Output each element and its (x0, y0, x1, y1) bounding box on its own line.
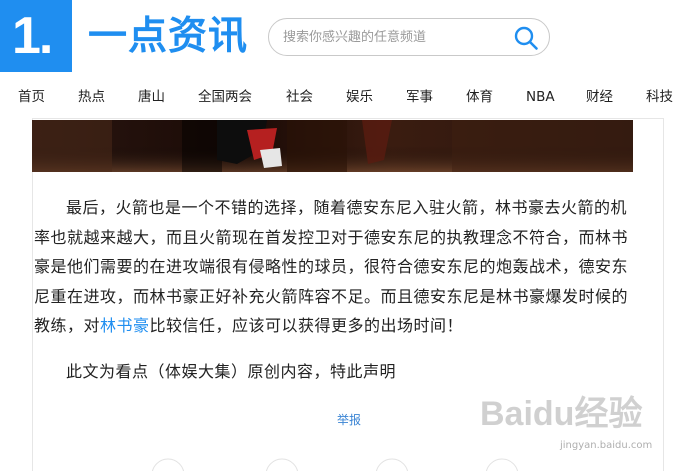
paragraph-text: 最后，火箭也是一个不错的选择，随着德安东尼入驻火箭，林书豪去火箭的机率也就越来越… (34, 198, 629, 335)
logo[interactable]: 1. (0, 0, 72, 72)
logo-number: 1. (12, 7, 53, 65)
site-header: 1. 一点资讯 首页 热点 唐山 全国两会 社会 娱乐 军事 体育 NBA 财经… (0, 0, 674, 122)
nav-item-military[interactable]: 军事 (406, 88, 433, 106)
search-icon[interactable] (513, 25, 539, 51)
article-paragraph: 最后，火箭也是一个不错的选择，随着德安东尼入驻火箭，林书豪去火箭的机率也就越来越… (34, 193, 634, 341)
search-input[interactable] (283, 19, 503, 55)
nav-item-home[interactable]: 首页 (18, 88, 45, 106)
nav-item-tangshan[interactable]: 唐山 (138, 88, 165, 106)
nav-item-society[interactable]: 社会 (286, 88, 313, 106)
copyright-statement: 此文为看点（体娱大集）原创内容，特此声明 (66, 362, 397, 381)
channel-nav: 首页 热点 唐山 全国两会 社会 娱乐 军事 体育 NBA 财经 科技 (0, 80, 674, 114)
search-box (268, 18, 550, 56)
nav-item-two-sessions[interactable]: 全国两会 (198, 88, 252, 106)
report-link[interactable]: 举报 (337, 411, 361, 428)
article-photo (32, 120, 633, 172)
nav-item-entertainment[interactable]: 娱乐 (346, 88, 373, 106)
paragraph-text-tail: 比较信任，应该可以获得更多的出场时间！ (149, 316, 464, 335)
nav-item-nba[interactable]: NBA (526, 88, 555, 106)
nav-item-tech[interactable]: 科技 (646, 88, 673, 106)
share-buttons-row (151, 458, 519, 471)
watermark-url: jingyan.baidu.com (560, 440, 653, 451)
nav-item-sports[interactable]: 体育 (466, 88, 493, 106)
logo-wordmark[interactable]: 一点资讯 (88, 12, 248, 62)
nav-item-finance[interactable]: 财经 (586, 88, 613, 106)
watermark-text: Baidu经验 (480, 394, 642, 433)
baidu-jingyan-watermark: Baidu经验 (480, 394, 642, 433)
nav-item-hot[interactable]: 热点 (78, 88, 105, 106)
keyword-link[interactable]: 林书豪 (100, 316, 150, 335)
